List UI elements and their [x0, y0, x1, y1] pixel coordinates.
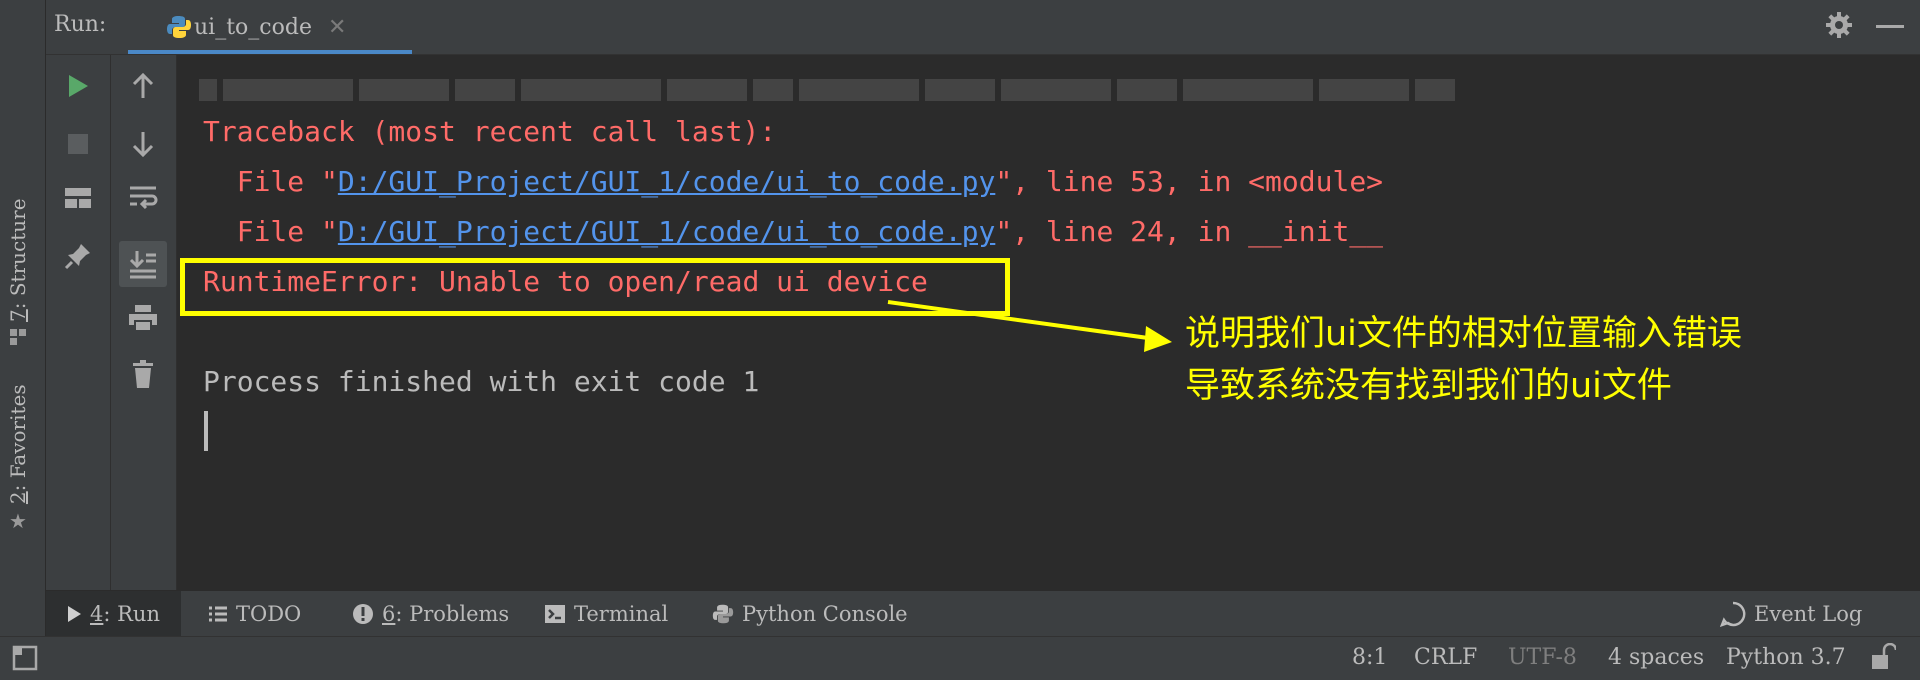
event-log-icon	[1720, 601, 1746, 627]
todo-tab-label: TODO	[236, 601, 302, 626]
python-interpreter[interactable]: Python 3.7	[1726, 645, 1846, 670]
problems-tab-number: 6	[382, 601, 396, 626]
event-log-tab-label: Event Log	[1754, 601, 1863, 626]
run-tab-text: : Run	[103, 601, 160, 626]
tab-event-log[interactable]: Event Log	[1720, 591, 1862, 636]
caret-position[interactable]: 8:1	[1352, 645, 1387, 670]
python-console-tab-label: Python Console	[742, 601, 908, 626]
terminal-tab-label: Terminal	[574, 601, 669, 626]
status-bar: 8:1 CRLF UTF-8 4 spaces Python 3.7	[0, 636, 1920, 680]
play-icon	[68, 605, 81, 622]
annotation-line-1: 说明我们ui文件的相对位置输入错误	[1185, 314, 1742, 354]
python-icon	[712, 604, 734, 623]
tab-problems[interactable]: 6: Problems	[352, 591, 509, 636]
list-icon	[209, 606, 227, 621]
file-encoding[interactable]: UTF-8	[1508, 645, 1577, 670]
run-tab-label: 4: Run	[90, 602, 160, 626]
toggle-tool-windows-icon[interactable]	[12, 645, 38, 675]
terminal-icon	[545, 604, 565, 623]
line-separator[interactable]: CRLF	[1414, 645, 1477, 670]
tab-run[interactable]: 4: Run	[46, 591, 181, 636]
tool-windows-bar: 4: Run TODO 6: Problems Terminal Python …	[46, 590, 1920, 636]
warning-icon	[353, 603, 373, 624]
indent-setting[interactable]: 4 spaces	[1608, 645, 1704, 670]
annotation-line-2: 导致系统没有找到我们的ui文件	[1185, 366, 1672, 406]
run-tab-number: 4	[90, 601, 104, 626]
tab-python-console[interactable]: Python Console	[712, 591, 908, 636]
lock-icon[interactable]	[1870, 642, 1898, 675]
problems-tab-label: 6: Problems	[382, 602, 509, 626]
problems-tab-text: : Problems	[395, 601, 510, 626]
annotation-text: 说明我们ui文件的相对位置输入错误 导致系统没有找到我们的ui文件	[1185, 308, 1742, 412]
tab-todo[interactable]: TODO	[208, 591, 301, 636]
tab-terminal[interactable]: Terminal	[544, 591, 668, 636]
